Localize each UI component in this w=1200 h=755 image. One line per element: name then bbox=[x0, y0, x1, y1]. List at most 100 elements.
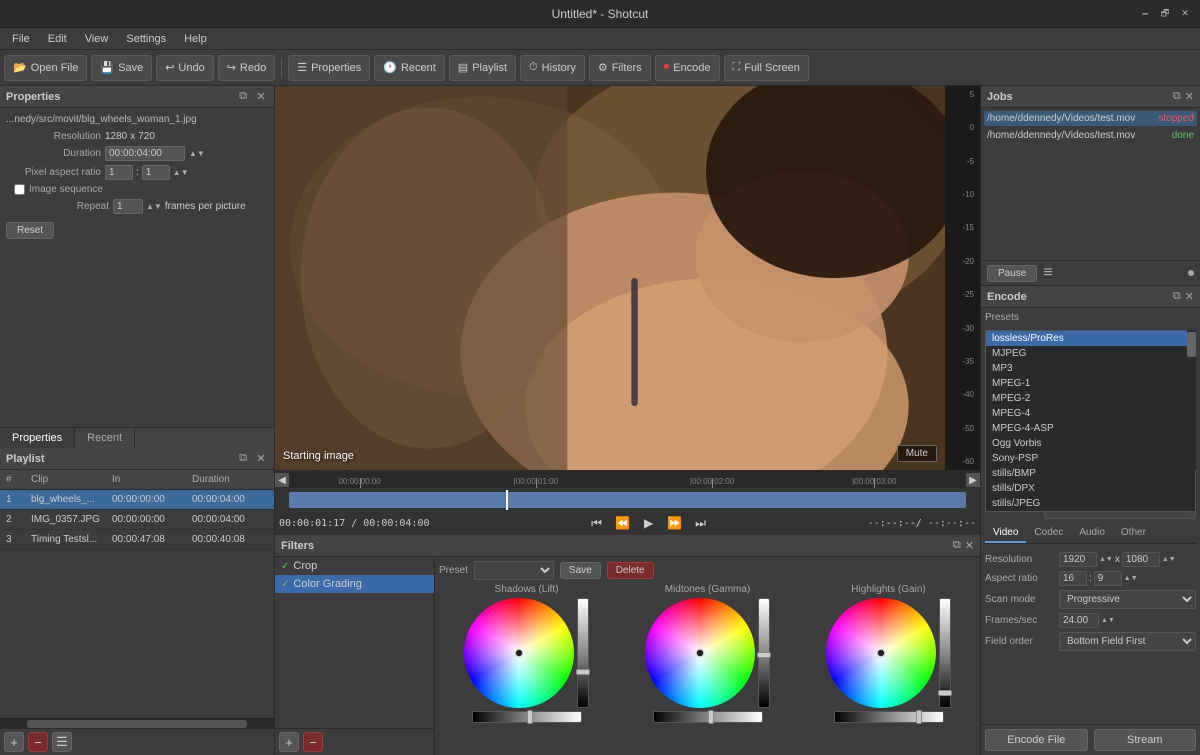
window-controls[interactable]: 🗕 🗗 ✕ bbox=[1138, 7, 1192, 21]
menu-edit[interactable]: Edit bbox=[40, 31, 75, 47]
menu-view[interactable]: View bbox=[77, 31, 117, 47]
preset-select[interactable] bbox=[474, 561, 554, 580]
list-item[interactable]: 3 Timing Testsl... 00:00:47:08 00:00:40:… bbox=[0, 530, 274, 550]
jobs-close-btn[interactable]: ✕ bbox=[1185, 90, 1194, 103]
fullscreen-button[interactable]: ⛶ Full Screen bbox=[724, 55, 809, 81]
job-item-1[interactable]: /home/ddennedy/Videos/test.mov stopped bbox=[984, 111, 1197, 126]
encode-tab-audio[interactable]: Audio bbox=[1071, 524, 1113, 543]
minimize-btn[interactable]: 🗕 bbox=[1138, 7, 1152, 21]
encode-close-btn[interactable]: ✕ bbox=[1185, 290, 1194, 303]
menu-file[interactable]: File bbox=[4, 31, 38, 47]
playlist-close-btn[interactable]: ✕ bbox=[254, 452, 268, 466]
properties-close-btn[interactable]: ✕ bbox=[254, 90, 268, 104]
save-button[interactable]: 💾 Save bbox=[91, 55, 152, 81]
encode-aspect-arrows[interactable]: ▲▼ bbox=[1124, 575, 1138, 582]
preset-bmp[interactable]: stills/BMP bbox=[986, 466, 1195, 481]
filter-item-color-grading[interactable]: ✓ Color Grading bbox=[275, 575, 434, 593]
stream-button[interactable]: Stream bbox=[1094, 729, 1197, 751]
transport-play-btn[interactable]: ▶ bbox=[639, 513, 659, 533]
timeline-left-btn[interactable]: ◀ bbox=[275, 473, 289, 487]
encode-field-order-select[interactable]: Bottom Field First bbox=[1059, 632, 1196, 651]
pixel-aspect-w-input[interactable] bbox=[105, 165, 133, 180]
filters-close-btn[interactable]: ✕ bbox=[965, 539, 974, 552]
transport-start-btn[interactable]: ⏮ bbox=[587, 513, 607, 533]
transport-next-btn[interactable]: ⏩ bbox=[665, 513, 685, 533]
playlist-float-btn[interactable]: ⧉ bbox=[236, 452, 250, 466]
repeat-input[interactable] bbox=[113, 199, 143, 214]
presets-list[interactable]: lossless/ProRes MJPEG MP3 MPEG-1 MPEG-2 … bbox=[985, 330, 1196, 512]
midtones-hue-slider[interactable] bbox=[653, 711, 763, 723]
encode-res-w[interactable] bbox=[1059, 552, 1097, 567]
preset-mp3[interactable]: MP3 bbox=[986, 361, 1195, 376]
playlist-scrollbar[interactable] bbox=[0, 718, 274, 728]
encode-res-w-arrows[interactable]: ▲▼ bbox=[1099, 556, 1113, 563]
list-item[interactable]: 2 IMG_0357.JPG 00:00:00:00 00:00:04:00 bbox=[0, 510, 274, 530]
pixel-aspect-arrows[interactable]: ▲▼ bbox=[173, 168, 189, 177]
properties-float-btn[interactable]: ⧉ bbox=[236, 90, 250, 104]
presets-scrollbar[interactable] bbox=[1187, 330, 1196, 470]
preset-mpeg4[interactable]: MPEG-4 bbox=[986, 406, 1195, 421]
encode-fps-input[interactable] bbox=[1059, 613, 1099, 628]
repeat-arrows[interactable]: ▲▼ bbox=[146, 202, 162, 211]
preset-mjpeg[interactable]: MJPEG bbox=[986, 346, 1195, 361]
encode-res-h-arrows[interactable]: ▲▼ bbox=[1162, 556, 1176, 563]
transport-prev-btn[interactable]: ⏪ bbox=[613, 513, 633, 533]
delete-preset-btn[interactable]: Delete bbox=[607, 562, 654, 579]
encode-float-btn[interactable]: ⧉ bbox=[1173, 290, 1181, 303]
transport-end-btn[interactable]: ⏭ bbox=[691, 513, 711, 533]
encode-fps-arrows[interactable]: ▲▼ bbox=[1101, 617, 1115, 624]
jobs-float-btn[interactable]: ⧉ bbox=[1173, 90, 1181, 103]
close-btn[interactable]: ✕ bbox=[1178, 7, 1192, 21]
shadows-brightness-slider[interactable] bbox=[577, 598, 589, 708]
highlights-hue-slider[interactable] bbox=[834, 711, 944, 723]
encode-tab-codec[interactable]: Codec bbox=[1026, 524, 1071, 543]
preset-mpeg1[interactable]: MPEG-1 bbox=[986, 376, 1195, 391]
open-file-button[interactable]: 📂 Open File bbox=[4, 55, 87, 81]
filter-item-crop[interactable]: ✓ Crop bbox=[275, 557, 434, 575]
tab-properties[interactable]: Properties bbox=[0, 428, 75, 448]
redo-button[interactable]: ↪ Redo bbox=[218, 55, 276, 81]
mute-button[interactable]: Mute bbox=[897, 445, 937, 462]
filter-add-btn[interactable]: + bbox=[279, 732, 299, 752]
encode-tab-video[interactable]: Video bbox=[985, 524, 1026, 543]
encode-res-h[interactable] bbox=[1122, 552, 1160, 567]
duration-spinner-up[interactable]: ▲▼ bbox=[189, 149, 205, 158]
undo-button[interactable]: ↩ Undo bbox=[156, 55, 214, 81]
midtones-wheel-wrapper[interactable] bbox=[645, 598, 755, 708]
timeline-track[interactable] bbox=[289, 492, 966, 508]
list-item[interactable]: 1 blg_wheels_... 00:00:00:00 00:00:04:00 bbox=[0, 490, 274, 510]
encode-button[interactable]: ⏺ Encode bbox=[655, 55, 720, 81]
encode-aspect-h[interactable] bbox=[1094, 571, 1122, 586]
properties-button[interactable]: ☰ Properties bbox=[288, 55, 370, 81]
menu-settings[interactable]: Settings bbox=[118, 31, 174, 47]
shadows-hue-slider[interactable] bbox=[472, 711, 582, 723]
history-button[interactable]: ⏱ History bbox=[520, 55, 585, 81]
filters-button[interactable]: ⚙ Filters bbox=[589, 55, 651, 81]
encode-scan-select[interactable]: Progressive bbox=[1059, 590, 1196, 609]
encode-file-button[interactable]: Encode File bbox=[985, 729, 1088, 751]
playlist-menu-btn[interactable]: ☰ bbox=[52, 732, 72, 752]
preset-lossless[interactable]: lossless/ProRes bbox=[986, 331, 1195, 346]
jobs-menu-btn[interactable]: ≡ bbox=[1043, 264, 1052, 282]
tab-recent[interactable]: Recent bbox=[75, 428, 135, 448]
maximize-btn[interactable]: 🗗 bbox=[1158, 7, 1172, 21]
highlights-brightness-slider[interactable] bbox=[939, 598, 951, 708]
playlist-button[interactable]: ▤ Playlist bbox=[449, 55, 516, 81]
playlist-add-btn[interactable]: + bbox=[4, 732, 24, 752]
filter-remove-btn[interactable]: − bbox=[303, 732, 323, 752]
playlist-scrollbar-thumb[interactable] bbox=[27, 720, 246, 728]
filters-float-btn[interactable]: ⧉ bbox=[953, 539, 961, 552]
playlist-remove-btn[interactable]: − bbox=[28, 732, 48, 752]
preset-dpx[interactable]: stills/DPX bbox=[986, 481, 1195, 496]
pause-button[interactable]: Pause bbox=[987, 265, 1037, 282]
highlights-wheel-wrapper[interactable] bbox=[826, 598, 936, 708]
preset-jpeg[interactable]: stills/JPEG bbox=[986, 496, 1195, 511]
preset-mpeg4asp[interactable]: MPEG-4-ASP bbox=[986, 421, 1195, 436]
save-preset-btn[interactable]: Save bbox=[560, 562, 601, 579]
midtones-brightness-slider[interactable] bbox=[758, 598, 770, 708]
timeline-right-btn[interactable]: ▶ bbox=[966, 473, 980, 487]
preset-psp[interactable]: Sony-PSP bbox=[986, 451, 1195, 466]
encode-tab-other[interactable]: Other bbox=[1113, 524, 1154, 543]
reset-button[interactable]: Reset bbox=[6, 222, 54, 239]
job-item-2[interactable]: /home/ddennedy/Videos/test.mov done bbox=[984, 128, 1197, 143]
